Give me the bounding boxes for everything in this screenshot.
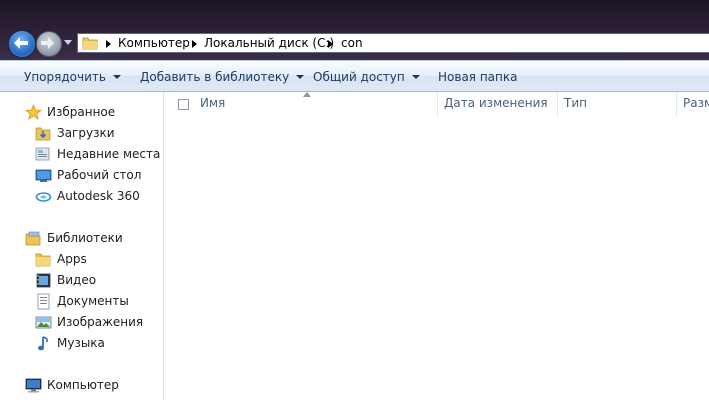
nav-favorites[interactable]: Избранное [25,103,160,123]
column-header-date-modified[interactable]: Дата изменения [444,96,548,110]
breadcrumb-computer[interactable]: Компьютер [118,36,190,50]
organize-button[interactable]: Упорядочить [24,70,121,84]
address-bar[interactable]: Компьютер Локальный диск (C:) con [77,33,709,53]
video-library-icon [36,273,51,288]
star-icon [25,104,42,120]
documents-library-icon [37,293,50,310]
breadcrumb-con[interactable]: con [341,36,363,50]
libraries-icon [25,231,41,246]
command-bar: Упорядочить Добавить в библиотеку Общий … [0,60,709,92]
arrow-left-icon [14,37,28,49]
navigation-pane[interactable]: Избранное Загрузки Недавние места Рабочи… [0,92,164,400]
column-header-size[interactable]: Разм [683,96,709,110]
column-header-name[interactable]: Имя [200,96,225,110]
folder-icon [82,37,98,50]
column-header-type[interactable]: Тип [564,96,587,110]
nav-item-autodesk-360[interactable]: Autodesk 360 [35,187,160,207]
nav-item-documents[interactable]: Документы [35,292,160,312]
breadcrumb-separator-icon[interactable] [328,40,333,48]
nav-item-music[interactable]: Музыка [35,334,160,354]
breadcrumb-local-disk[interactable]: Локальный диск (C:) [204,36,334,50]
nav-computer[interactable]: Компьютер [25,376,160,396]
nav-item-desktop[interactable]: Рабочий стол [35,166,160,186]
new-folder-button[interactable]: Новая папка [438,70,517,84]
nav-item-recent-places[interactable]: Недавние места [35,145,160,165]
nav-item-downloads[interactable]: Загрузки [35,124,160,144]
breadcrumb-separator-icon[interactable] [106,40,111,48]
computer-icon [25,378,42,393]
select-all-checkbox[interactable] [178,99,189,110]
column-separator[interactable] [676,92,677,118]
breadcrumb-separator-icon[interactable] [192,40,197,48]
autodesk-360-cloud-icon [35,192,52,202]
nav-item-apps[interactable]: Apps [35,250,160,270]
nav-item-pictures[interactable]: Изображения [35,313,160,333]
share-button[interactable]: Общий доступ [313,70,420,84]
nav-item-video[interactable]: Видео [35,271,160,291]
file-list-pane[interactable]: Имя Дата изменения Тип Разм [164,92,709,400]
downloads-folder-icon [35,127,51,141]
dropdown-arrow-icon [112,75,121,79]
column-separator[interactable] [437,92,438,118]
nav-libraries[interactable]: Библиотеки [25,229,160,249]
dropdown-arrow-icon [411,75,420,79]
sort-ascending-icon [303,92,311,97]
back-button[interactable] [8,30,36,58]
desktop-icon [35,169,52,182]
column-separator[interactable] [557,92,558,118]
music-note-icon [38,336,48,351]
arrow-right-icon [41,37,54,49]
add-to-library-button[interactable]: Добавить в библиотеку [140,70,305,84]
dropdown-arrow-icon [296,75,305,79]
recent-pages-dropdown-icon[interactable] [64,40,72,46]
recent-places-icon [35,147,50,161]
pictures-library-icon [35,316,52,329]
folder-icon [35,253,51,267]
forward-button[interactable] [36,31,62,57]
